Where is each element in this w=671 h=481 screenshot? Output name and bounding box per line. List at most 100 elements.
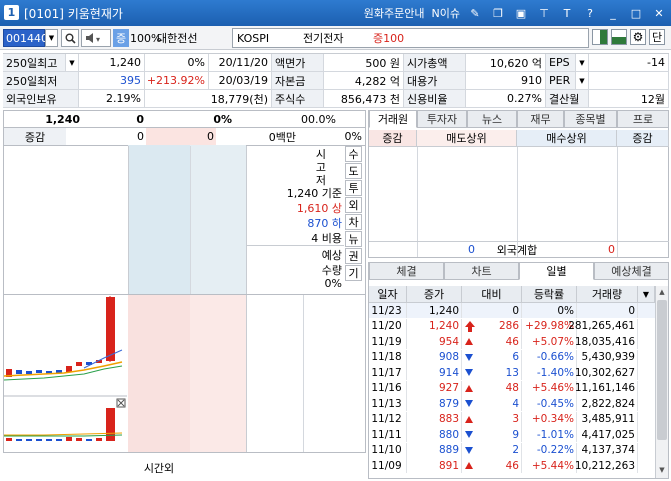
after-hours-label[interactable]: 시간외 bbox=[128, 459, 190, 477]
scrollbar[interactable]: ▲ ▼ bbox=[655, 286, 668, 478]
change-value-4: 0% bbox=[344, 130, 362, 143]
upper-limit: 1,610 상 bbox=[296, 202, 342, 215]
diff-value: 46 bbox=[505, 335, 519, 348]
copy-icon[interactable]: ❐ bbox=[490, 5, 506, 21]
label-credit-ratio: 신용비율 bbox=[404, 90, 466, 108]
label-par-value: 액면가 bbox=[272, 54, 324, 72]
chevron-down-icon[interactable]: ▼ bbox=[638, 286, 655, 303]
scroll-up-icon[interactable]: ▲ bbox=[656, 286, 668, 298]
up-arrow-icon bbox=[465, 415, 473, 423]
vtab-invest[interactable]: 투 bbox=[345, 180, 362, 196]
cell-diff: 286 bbox=[462, 318, 522, 334]
table-row[interactable]: 11/18 908 6 -0.66% 5,430,939 bbox=[369, 349, 655, 365]
stock-info-box[interactable]: KOSPI 전기전자 증100 bbox=[232, 28, 589, 48]
close-icon[interactable]: ✕ bbox=[651, 5, 667, 21]
pct-250-high: 0% bbox=[145, 54, 209, 72]
table-row[interactable]: 11/20 1,240 286 +29.98% 281,265,461 bbox=[369, 318, 655, 334]
minimize-icon[interactable]: _ bbox=[605, 5, 621, 21]
help-icon[interactable]: ? bbox=[582, 5, 598, 21]
chevron-down-icon[interactable]: ▼ bbox=[45, 29, 58, 47]
value-shares: 856,473 천 bbox=[324, 90, 404, 108]
tab-news[interactable]: 뉴스 bbox=[467, 110, 517, 128]
chevron-down-icon[interactable]: ▼ bbox=[66, 54, 79, 72]
tab-trades[interactable]: 체결 bbox=[369, 262, 444, 280]
issue-link[interactable]: N이슈 bbox=[432, 5, 460, 21]
gear-icon[interactable]: ⚙ bbox=[630, 29, 646, 45]
cell-rate: -0.45% bbox=[522, 396, 577, 411]
table-row[interactable]: 11/13 879 4 -0.45% 2,822,824 bbox=[369, 396, 655, 411]
table-row[interactable]: 11/23 1,240 0 0% 0 bbox=[369, 303, 655, 318]
cell-diff: 2 bbox=[462, 442, 522, 458]
label-capital: 자본금 bbox=[272, 72, 324, 90]
col-change: 증감 bbox=[369, 130, 417, 147]
tab-daily[interactable]: 일별 bbox=[519, 262, 594, 280]
pct-250-low: +213.92% bbox=[145, 72, 209, 90]
diff-value: 3 bbox=[512, 413, 519, 425]
scroll-thumb[interactable] bbox=[657, 300, 667, 440]
chevron-down-icon[interactable]: ▼ bbox=[576, 54, 589, 72]
vtab-sell[interactable]: 수 bbox=[345, 146, 362, 162]
down-arrow-icon bbox=[465, 431, 473, 438]
font-icon[interactable]: T bbox=[559, 5, 575, 21]
table-row[interactable]: 11/16 927 48 +5.46% 11,161,146 bbox=[369, 380, 655, 396]
diff-value: 0 bbox=[512, 304, 519, 317]
cell-close: 880 bbox=[407, 427, 462, 442]
cell-date: 11/17 bbox=[369, 365, 407, 380]
cell-diff: 46 bbox=[462, 334, 522, 349]
svg-text:▾: ▾ bbox=[96, 35, 100, 44]
vtab-rights[interactable]: 권 bbox=[345, 248, 362, 264]
scroll-down-icon[interactable]: ▼ bbox=[656, 464, 668, 476]
vtab-etc[interactable]: 기 bbox=[345, 265, 362, 281]
cell-date: 11/11 bbox=[369, 427, 407, 442]
diff-value: 6 bbox=[512, 351, 519, 363]
cell-diff: 48 bbox=[462, 380, 522, 396]
cell-close: 1,240 bbox=[407, 318, 462, 334]
table-row[interactable]: 11/17 914 13 -1.40% 10,302,627 bbox=[369, 365, 655, 380]
cell-diff: 13 bbox=[462, 365, 522, 380]
cell-close: 889 bbox=[407, 442, 462, 458]
tab-finance[interactable]: 재무 bbox=[517, 110, 564, 128]
maximize-icon[interactable]: □ bbox=[628, 5, 644, 21]
col-date: 일자 bbox=[369, 286, 407, 303]
cell-close: 908 bbox=[407, 349, 462, 365]
window-icon[interactable]: ▣ bbox=[513, 5, 529, 21]
cell-diff: 46 bbox=[462, 458, 522, 473]
mini-chart bbox=[3, 296, 127, 451]
pin-icon[interactable]: ⊤ bbox=[536, 5, 552, 21]
table-row[interactable]: 11/19 954 46 +5.07% 18,035,416 bbox=[369, 334, 655, 349]
margin-text: 증100 bbox=[373, 32, 405, 45]
won-order-link[interactable]: 원화주문안내 bbox=[364, 5, 425, 21]
tab-broker[interactable]: 거래원 bbox=[369, 110, 417, 128]
tab-program[interactable]: 프로 bbox=[617, 110, 669, 128]
split-window-icon[interactable] bbox=[592, 29, 608, 45]
vtab-news[interactable]: 뉴 bbox=[345, 231, 362, 247]
stock-code-input[interactable]: 001440 bbox=[3, 29, 48, 47]
col-top-buy: 매수상위 bbox=[517, 130, 617, 147]
speaker-icon[interactable]: ▾ bbox=[81, 29, 111, 47]
cell-vol: 10,212,263 bbox=[575, 458, 638, 473]
layout-icon[interactable] bbox=[611, 29, 627, 45]
chevron-down-icon[interactable]: ▼ bbox=[576, 72, 589, 90]
cell-close: 927 bbox=[407, 380, 462, 396]
table-row[interactable]: 11/10 889 2 -0.22% 4,137,374 bbox=[369, 442, 655, 458]
ask-price-column bbox=[190, 145, 246, 295]
cell-diff: 0 bbox=[462, 303, 522, 318]
table-row[interactable]: 11/11 880 9 -1.01% 4,417,025 bbox=[369, 427, 655, 442]
tab-investor[interactable]: 투자자 bbox=[417, 110, 467, 128]
table-row[interactable]: 11/09 891 46 +5.44% 10,212,263 bbox=[369, 458, 655, 473]
cell-close: 883 bbox=[407, 411, 462, 427]
cell-vol: 4,137,374 bbox=[577, 442, 638, 458]
search-icon[interactable] bbox=[61, 29, 79, 47]
vtab-chart[interactable]: 차 bbox=[345, 214, 362, 230]
tab-chart[interactable]: 차트 bbox=[444, 262, 519, 280]
vtab-foreign[interactable]: 외 bbox=[345, 197, 362, 213]
expected-rate: 0% bbox=[324, 277, 342, 290]
vtab-do[interactable]: 도 bbox=[345, 163, 362, 179]
share-icon[interactable]: ✎ bbox=[467, 5, 483, 21]
table-row[interactable]: 11/12 883 3 +0.34% 3,485,911 bbox=[369, 411, 655, 427]
unit-button[interactable]: 단 bbox=[649, 29, 665, 45]
up-arrow-icon bbox=[465, 384, 473, 392]
tab-by-stock[interactable]: 종목별 bbox=[564, 110, 617, 128]
diff-value: 4 bbox=[512, 397, 519, 410]
tab-expected-trades[interactable]: 예상체결 bbox=[594, 262, 669, 280]
